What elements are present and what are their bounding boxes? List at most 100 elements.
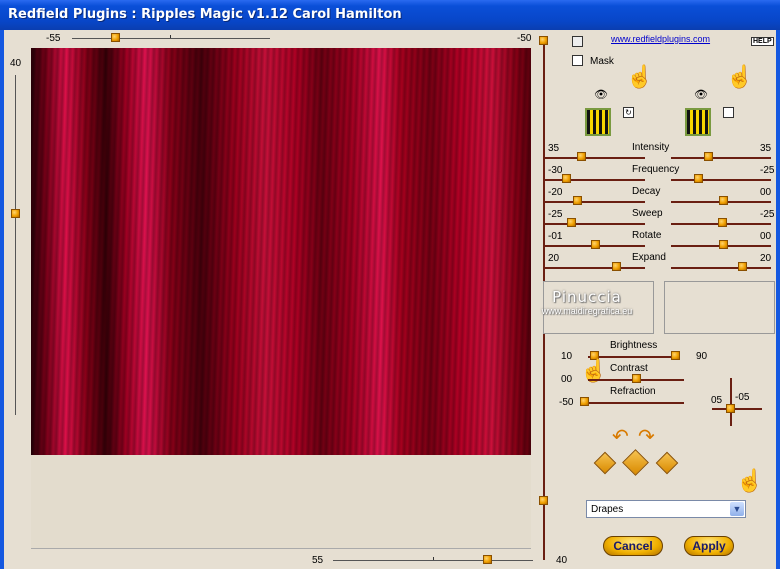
bottom-slider-tick (433, 557, 434, 560)
refraction-track[interactable] (584, 402, 684, 404)
website-link[interactable]: www.redfieldplugins.com (611, 34, 710, 44)
param-right-thumb[interactable] (718, 218, 727, 227)
param-left-value: 20 (548, 253, 560, 264)
param-right-thumb[interactable] (704, 152, 713, 161)
light-position-vertical[interactable] (730, 378, 732, 426)
pattern-swatch-left[interactable] (585, 108, 611, 136)
left-slider-value: 40 (10, 58, 22, 69)
param-name-label: Expand (632, 252, 666, 263)
contrast-thumb[interactable] (632, 374, 641, 383)
top-slider-track[interactable] (72, 38, 270, 39)
watermark-title: Pinuccia (552, 288, 622, 306)
param-left-track[interactable] (545, 223, 645, 225)
param-right-thumb[interactable] (719, 196, 728, 205)
param-right-thumb[interactable] (694, 174, 703, 183)
dropdown-arrow-icon[interactable]: ▼ (730, 502, 744, 516)
eye-icon[interactable]: 👁 (694, 88, 708, 101)
logo-box-right (664, 281, 775, 334)
param-right-value: 00 (760, 187, 772, 198)
brightness-thumb-high[interactable] (671, 351, 680, 360)
preview-image[interactable] (31, 48, 531, 455)
light-position-horizontal[interactable] (712, 408, 762, 410)
pattern-swatch-right[interactable] (685, 108, 711, 136)
right-slider-thumb-top[interactable] (539, 36, 548, 45)
param-right-thumb[interactable] (719, 240, 728, 249)
param-name-label: Intensity (632, 142, 670, 153)
dice-icon[interactable] (622, 449, 649, 476)
watermark-subtitle: www.maidiregrafica.eu (541, 306, 633, 316)
param-left-thumb[interactable] (612, 262, 621, 271)
dice-icon[interactable] (593, 451, 617, 475)
bottom-slider-thumb[interactable] (483, 555, 492, 564)
watermark: Pinuccia www.maidiregrafica.eu (522, 288, 652, 316)
brightness-max: 90 (696, 351, 708, 362)
param-left-thumb[interactable] (573, 196, 582, 205)
param-right-value: -25 (760, 165, 775, 176)
cancel-button[interactable]: Cancel (603, 536, 663, 556)
brightness-label: Brightness (610, 340, 658, 351)
brightness-min: 10 (561, 351, 573, 362)
param-left-track[interactable] (545, 179, 645, 181)
hand-pointer-icon: ☝ (736, 468, 764, 493)
refresh-icon[interactable]: ↻ (623, 107, 634, 118)
style-select[interactable]: Drapes ▼ (586, 500, 746, 518)
param-left-track[interactable] (545, 201, 645, 203)
window-title: Redfield Plugins : Ripples Magic v1.12 C… (8, 7, 402, 22)
right-slider-thumb-bottom[interactable] (539, 496, 548, 505)
param-left-value: -25 (548, 209, 563, 220)
top-slider-thumb[interactable] (111, 33, 120, 42)
arrow-curve-icon[interactable]: ↷ (638, 424, 655, 449)
param-name-label: Rotate (632, 230, 662, 241)
bottom-slider-track[interactable] (333, 560, 533, 561)
param-right-thumb[interactable] (738, 262, 747, 271)
mask-checkbox[interactable] (572, 55, 583, 66)
top-slider-tick (170, 35, 171, 38)
window-frame-left (0, 30, 4, 569)
param-right-value: 35 (760, 143, 772, 154)
help-button[interactable]: HELP (751, 37, 774, 46)
refraction-thumb[interactable] (580, 397, 589, 406)
bottom-slider-value: 55 (312, 555, 324, 566)
param-name-label: Frequency (632, 164, 680, 175)
light-x-value: 05 (711, 395, 723, 406)
title-bar: Redfield Plugins : Ripples Magic v1.12 C… (0, 0, 780, 30)
param-left-value: -20 (548, 187, 563, 198)
random-checkbox[interactable] (572, 36, 583, 47)
pattern-right-checkbox[interactable] (723, 107, 734, 118)
param-name-label: Sweep (632, 208, 663, 219)
right-slider-top-value: -50 (517, 33, 532, 44)
hand-pointer-icon: ☝ (726, 64, 754, 89)
param-left-track[interactable] (545, 157, 645, 159)
param-left-value: -01 (548, 231, 563, 242)
param-right-track[interactable] (671, 157, 771, 159)
left-slider-thumb[interactable] (11, 209, 20, 218)
param-right-track[interactable] (671, 179, 771, 181)
mask-label: Mask (590, 56, 614, 67)
style-select-value: Drapes (591, 504, 624, 515)
light-position-thumb[interactable] (726, 404, 735, 413)
param-left-value: -30 (548, 165, 563, 176)
param-left-thumb[interactable] (562, 174, 571, 183)
dice-icon[interactable] (655, 451, 679, 475)
eye-icon[interactable]: 👁 (594, 88, 608, 101)
refraction-label: Refraction (610, 386, 656, 397)
right-slider-bottom-value: 40 (556, 555, 568, 566)
arrow-curve-icon[interactable]: ↶ (612, 424, 629, 449)
param-left-thumb[interactable] (591, 240, 600, 249)
param-left-thumb[interactable] (577, 152, 586, 161)
param-right-value: 20 (760, 253, 772, 264)
apply-button[interactable]: Apply (684, 536, 734, 556)
preview-background (31, 455, 531, 549)
param-left-value: 35 (548, 143, 560, 154)
param-right-track[interactable] (671, 267, 771, 269)
param-right-value: 00 (760, 231, 772, 242)
contrast-value: 00 (561, 374, 573, 385)
hand-pointer-icon: ☝ (626, 64, 654, 89)
param-name-label: Decay (632, 186, 661, 197)
left-slider-track[interactable] (15, 75, 16, 415)
refraction-value: -50 (559, 397, 574, 408)
light-y-value: -05 (735, 392, 750, 403)
param-right-value: -25 (760, 209, 775, 220)
param-left-thumb[interactable] (567, 218, 576, 227)
param-left-track[interactable] (545, 267, 645, 269)
